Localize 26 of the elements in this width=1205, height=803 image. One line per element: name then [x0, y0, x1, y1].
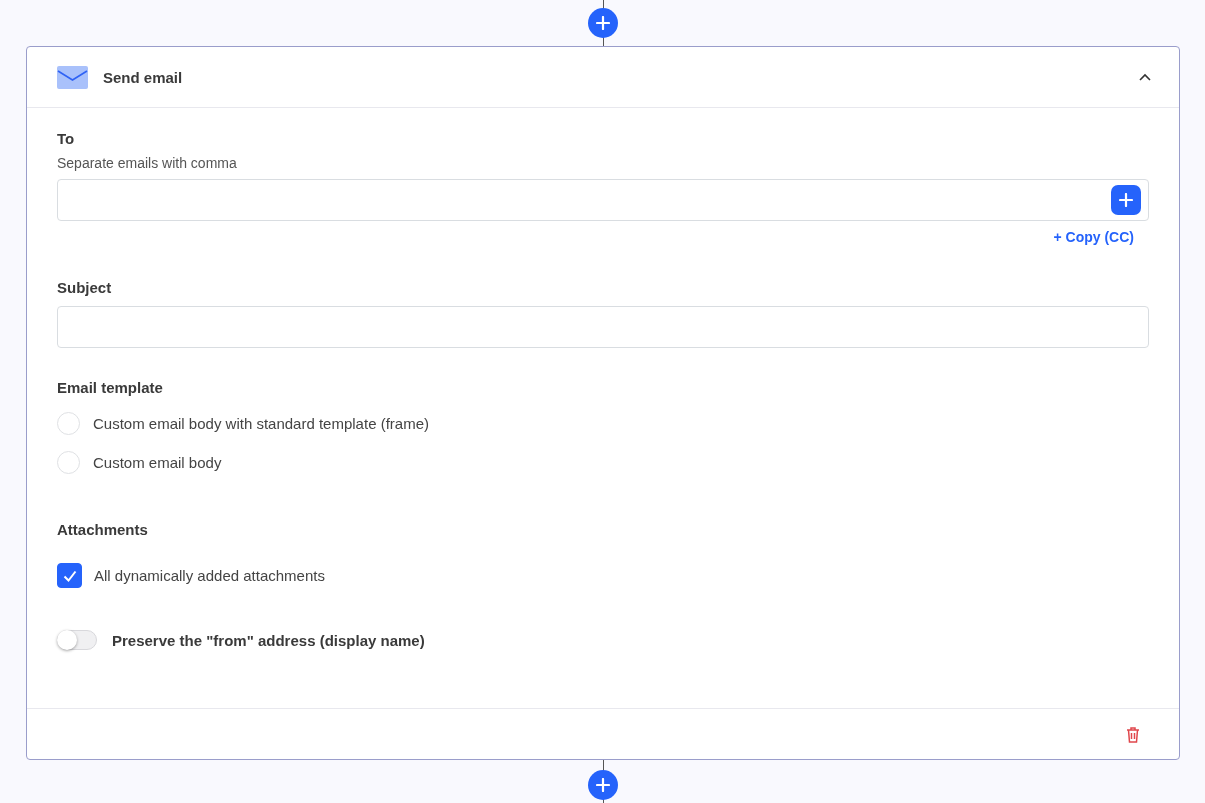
card-title: Send email	[103, 68, 184, 86]
add-copy-cc-link[interactable]: + Copy (CC)	[1053, 229, 1134, 245]
add-recipient-button[interactable]	[1111, 185, 1141, 215]
envelope-icon	[57, 65, 88, 89]
caret-icon	[1139, 73, 1151, 81]
field-label: To	[57, 130, 76, 147]
radio-label: Custom email body	[93, 454, 222, 471]
recipients-input-field[interactable]	[57, 179, 1149, 221]
toggle-label: Preserve the "from" address (display name)	[112, 631, 425, 649]
plus-icon	[1119, 193, 1133, 207]
section-label: Attachments	[57, 521, 149, 538]
delete-button[interactable]	[1126, 725, 1140, 743]
section-label: Email template	[57, 379, 164, 396]
toggle-switch[interactable]	[57, 630, 97, 650]
radio-label: Custom email body with standard template (frame)	[93, 415, 429, 432]
checkbox[interactable]	[57, 563, 82, 588]
field-hint: Separate emails with comma	[57, 155, 238, 171]
trash-icon	[1126, 725, 1140, 743]
checkbox-label: All dynamically added attachments	[94, 567, 325, 584]
plus-icon	[596, 778, 610, 792]
field-label: Subject	[57, 279, 113, 296]
add-step-button[interactable]	[588, 8, 618, 38]
subject-input-field[interactable]	[57, 306, 1149, 348]
plus-icon	[596, 16, 610, 30]
check-icon	[62, 569, 77, 582]
add-step-button[interactable]	[588, 770, 618, 800]
